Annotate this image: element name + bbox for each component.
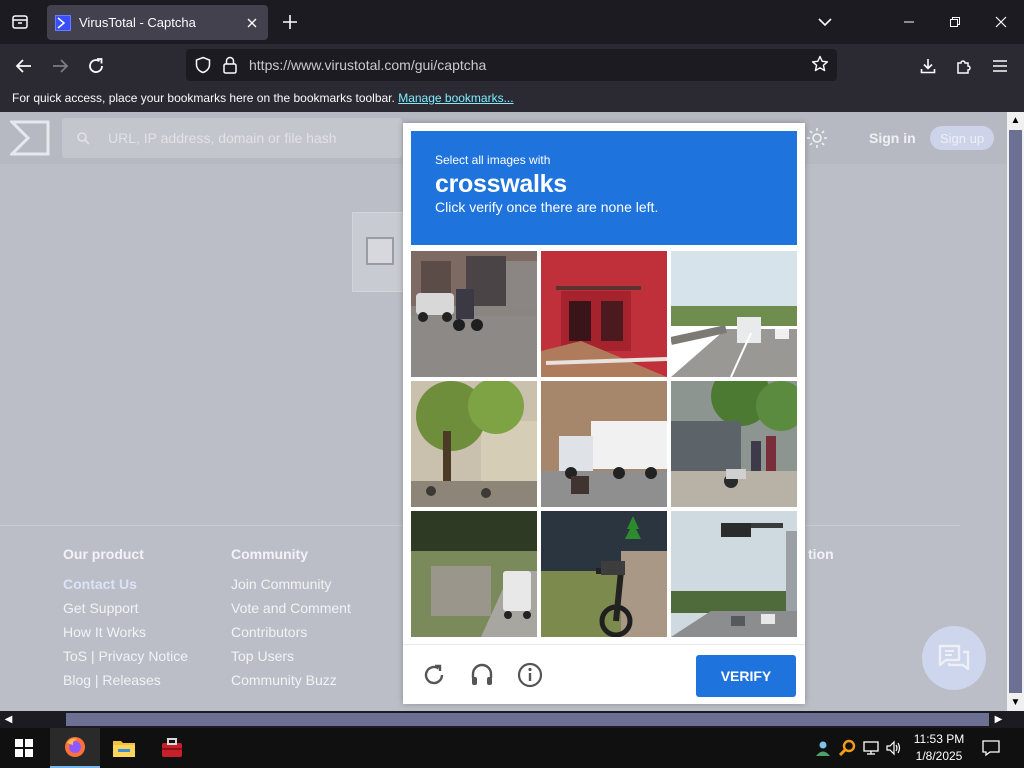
vertical-scrollbar[interactable]: ▲ ▼	[1007, 112, 1024, 711]
scroll-left-arrow-icon[interactable]: ◀	[0, 711, 17, 728]
footer-link-tos-privacy[interactable]: ToS | Privacy Notice	[63, 648, 188, 672]
navigation-toolbar: https://www.virustotal.com/gui/captcha	[0, 44, 1024, 86]
network-tray-icon[interactable]	[861, 738, 881, 758]
footer-link-contact-us[interactable]: Contact Us	[63, 576, 188, 600]
challenge-prompt: Select all images with crosswalks Click …	[411, 131, 797, 245]
image-tile-5[interactable]	[541, 381, 667, 507]
image-tile-7[interactable]	[411, 511, 537, 637]
footer-link-how-it-works[interactable]: How It Works	[63, 624, 188, 648]
hcaptcha-checkbox-widget	[352, 212, 408, 292]
search-tray-icon[interactable]	[837, 738, 857, 758]
manage-bookmarks-link[interactable]: Manage bookmarks...	[398, 91, 513, 105]
hcaptcha-checkbox[interactable]	[366, 237, 394, 265]
back-arrow-icon[interactable]	[10, 52, 38, 80]
footer-link-join-community[interactable]: Join Community	[231, 576, 351, 600]
scroll-down-arrow-icon[interactable]: ▼	[1007, 694, 1024, 711]
chat-support-icon[interactable]	[922, 626, 986, 690]
image-tile-1[interactable]	[411, 251, 537, 377]
audio-headphones-icon[interactable]	[467, 660, 497, 690]
extensions-icon[interactable]	[950, 52, 978, 80]
footer-link-blog-releases[interactable]: Blog | Releases	[63, 672, 188, 696]
image-grid	[411, 251, 797, 637]
list-all-tabs-icon[interactable]	[815, 12, 835, 32]
clock-time: 11:53 PM	[913, 732, 965, 746]
close-tab-icon[interactable]	[244, 15, 260, 31]
tab-bar: VirusTotal - Captcha	[0, 0, 1024, 44]
clock-date: 1/8/2025	[915, 749, 963, 763]
windows-taskbar: 11:53 PM 1/8/2025	[0, 728, 1024, 768]
horizontal-scrollbar[interactable]: ◀ ▶	[0, 711, 1024, 728]
restore-icon[interactable]	[932, 0, 978, 44]
prompt-hint: Click verify once there are none left.	[435, 199, 659, 215]
verify-button[interactable]: VERIFY	[696, 655, 796, 697]
bookmarks-hint-text: For quick access, place your bookmarks h…	[12, 91, 395, 105]
url-text[interactable]: https://www.virustotal.com/gui/captcha	[249, 57, 486, 73]
people-tray-icon[interactable]	[813, 738, 833, 758]
address-bar[interactable]: https://www.virustotal.com/gui/captcha	[186, 49, 837, 81]
info-icon[interactable]	[515, 660, 545, 690]
footer-heading: Our product	[63, 546, 144, 562]
tab-title: VirusTotal - Captcha	[79, 15, 196, 30]
horizontal-scroll-thumb[interactable]	[66, 713, 989, 726]
prompt-instruction: Select all images with	[435, 153, 551, 167]
tracking-protection-shield-icon[interactable]	[194, 56, 212, 79]
sign-in-link[interactable]: Sign in	[869, 130, 916, 146]
new-tab-icon[interactable]	[279, 11, 301, 33]
image-tile-3[interactable]	[671, 251, 797, 377]
forward-arrow-icon[interactable]	[46, 52, 74, 80]
refresh-icon[interactable]	[419, 660, 449, 690]
notifications-icon[interactable]	[978, 736, 1004, 760]
footer-col-community: Community Join Community Vote and Commen…	[231, 546, 351, 696]
volume-tray-icon[interactable]	[884, 738, 904, 758]
theme-toggle-sun-icon[interactable]	[806, 127, 828, 154]
image-tile-9[interactable]	[671, 511, 797, 637]
windows-start-icon[interactable]	[0, 728, 48, 768]
toolbox-taskbar-icon[interactable]	[147, 728, 197, 768]
footer-link-community-buzz[interactable]: Community Buzz	[231, 672, 351, 696]
bookmarks-toolbar: For quick access, place your bookmarks h…	[0, 86, 1024, 112]
image-tile-8[interactable]	[541, 511, 667, 637]
close-window-icon[interactable]	[978, 0, 1024, 44]
search-placeholder: URL, IP address, domain or file hash	[108, 130, 337, 146]
search-field[interactable]: URL, IP address, domain or file hash	[62, 118, 402, 158]
hcaptcha-challenge-dialog: Select all images with crosswalks Click …	[403, 123, 805, 704]
footer-link-vote-comment[interactable]: Vote and Comment	[231, 600, 351, 624]
firefox-taskbar-icon[interactable]	[50, 728, 100, 768]
system-clock[interactable]: 11:53 PM 1/8/2025	[906, 731, 972, 765]
reload-icon[interactable]	[82, 52, 110, 80]
search-icon	[76, 131, 90, 150]
scroll-up-arrow-icon[interactable]: ▲	[1007, 112, 1024, 129]
tab-overview-icon[interactable]	[8, 10, 32, 34]
image-tile-6[interactable]	[671, 381, 797, 507]
tab-virustotal[interactable]: VirusTotal - Captcha	[47, 5, 268, 40]
sign-up-button[interactable]: Sign up	[930, 126, 994, 150]
footer-col-partial: tion	[808, 546, 834, 576]
downloads-icon[interactable]	[914, 52, 942, 80]
lock-icon[interactable]	[222, 56, 238, 79]
menu-hamburger-icon[interactable]	[986, 52, 1014, 80]
scroll-right-arrow-icon[interactable]: ▶	[990, 711, 1007, 728]
footer-heading: tion	[808, 546, 834, 562]
footer-heading: Community	[231, 546, 308, 562]
footer-col-product: Our product Contact Us Get Support How I…	[63, 546, 188, 696]
file-explorer-taskbar-icon[interactable]	[99, 728, 149, 768]
minimize-icon[interactable]	[886, 0, 932, 44]
footer-link-top-users[interactable]: Top Users	[231, 648, 351, 672]
image-tile-4[interactable]	[411, 381, 537, 507]
challenge-footer: VERIFY	[403, 644, 805, 704]
prompt-target: crosswalks	[435, 170, 567, 198]
bookmark-star-icon[interactable]	[811, 55, 829, 78]
footer-link-get-support[interactable]: Get Support	[63, 600, 188, 624]
virustotal-logo-icon[interactable]	[8, 120, 50, 161]
image-tile-2[interactable]	[541, 251, 667, 377]
vertical-scroll-thumb[interactable]	[1009, 130, 1022, 693]
virustotal-favicon-icon	[55, 14, 71, 31]
footer-link-contributors[interactable]: Contributors	[231, 624, 351, 648]
